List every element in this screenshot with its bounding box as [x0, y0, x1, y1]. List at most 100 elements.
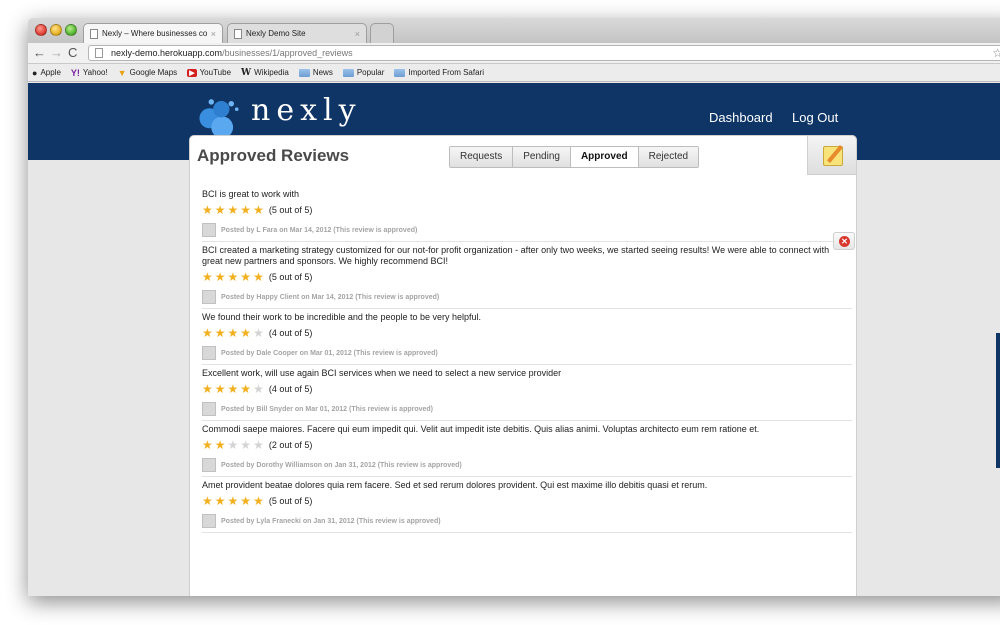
review-rating: ★ ★ ★ ★ ★ (2 out of 5): [202, 439, 852, 451]
review-rating: ★ ★ ★ ★ ★ (4 out of 5): [202, 383, 852, 395]
review-item: BCI is great to work with ★ ★ ★ ★ ★ (5 out of…: [202, 186, 855, 250]
star-empty-icon: ★: [227, 438, 239, 452]
star-filled-icon: ★: [214, 382, 226, 396]
avatar: [202, 514, 216, 528]
bookmark-folder-popular[interactable]: Popular: [342, 68, 384, 77]
yahoo-icon: Y!: [70, 67, 80, 78]
tab-close-icon[interactable]: ×: [211, 29, 216, 39]
close-window-button[interactable]: [35, 24, 47, 36]
avatar: [202, 290, 216, 304]
review-item: Commodi saepe maiores. Facere qui eum im…: [202, 421, 852, 477]
bookmark-youtube[interactable]: ▶ YouTube: [187, 68, 231, 77]
star-filled-icon: ★: [214, 326, 226, 340]
folder-icon: [342, 68, 354, 77]
bookmark-yahoo[interactable]: Y! Yahoo!: [71, 68, 108, 78]
zoom-window-button[interactable]: [65, 24, 77, 36]
browser-tab-nexly[interactable]: Nexly – Where businesses co ×: [83, 23, 223, 43]
address-bar[interactable]: nexly-demo.herokuapp.com/businesses/1/ap…: [88, 45, 1000, 61]
review-text: Excellent work, will use again BCI servi…: [202, 368, 562, 378]
tab-strip: Nexly – Where businesses co × Nexly Demo…: [28, 18, 1000, 43]
review-rating: ★ ★ ★ ★ ★ (4 out of 5): [202, 327, 852, 339]
star-filled-icon: ★: [240, 494, 252, 508]
page-icon: [234, 28, 242, 39]
forward-arrow-icon[interactable]: →: [50, 45, 63, 61]
reviews-panel: Approved Reviews Requests Pending Approv…: [189, 135, 857, 596]
star-rating: ★ ★ ★ ★ ★: [202, 271, 264, 283]
star-filled-icon: ★: [253, 270, 264, 284]
logo-text[interactable]: nexly: [251, 93, 362, 128]
star-rating: ★ ★ ★ ★ ★: [202, 495, 264, 507]
review-meta: Posted by Dorothy Williamson on Jan 31, …: [202, 458, 852, 472]
review-item: BCI created a marketing strategy customi…: [202, 242, 852, 309]
review-meta: Posted by Happy Client on Mar 14, 2012 (…: [202, 290, 852, 304]
page-icon: [90, 28, 98, 39]
bookmark-label: Apple: [40, 68, 61, 77]
bookmarks-bar: ● Apple Y! Yahoo! ▼ Google Maps ▶ YouTube WW…: [28, 64, 1000, 82]
folder-icon: [298, 68, 310, 77]
review-item: Amet provident beatae dolores quia rem f…: [202, 477, 852, 533]
star-filled-icon: ★: [227, 326, 239, 340]
review-meta: Posted by L Fara on Mar 14, 2012 (This r…: [202, 223, 852, 237]
review-text: BCI is great to work with: [202, 189, 300, 199]
minimize-window-button[interactable]: [50, 24, 62, 36]
star-filled-icon: ★: [202, 494, 213, 508]
star-filled-icon: ★: [227, 382, 239, 396]
bookmark-label: YouTube: [199, 68, 232, 77]
rating-text: (5 out of 5): [268, 205, 313, 215]
bookmark-label: Yahoo!: [82, 68, 108, 77]
star-filled-icon: ★: [214, 270, 226, 284]
review-item: We found their work to be incredible and…: [202, 309, 852, 365]
bookmark-wikipedia[interactable]: W Wikipedia: [241, 68, 289, 78]
tab-rejected[interactable]: Rejected: [638, 147, 699, 167]
logout-link[interactable]: Log Out: [792, 110, 838, 125]
rating-text: (4 out of 5): [268, 328, 313, 338]
tab-pending[interactable]: Pending: [513, 147, 571, 167]
star-filled-icon: ★: [240, 382, 252, 396]
star-filled-icon: ★: [227, 494, 239, 508]
star-rating: ★ ★ ★ ★ ★: [202, 327, 264, 339]
star-rating: ★ ★ ★ ★ ★: [202, 383, 264, 395]
folder-icon: [394, 68, 406, 77]
review-rating: ★ ★ ★ ★ ★ (5 out of 5): [202, 204, 852, 216]
review-rating: ★ ★ ★ ★ ★ (5 out of 5): [202, 495, 852, 507]
notes-button[interactable]: [807, 135, 857, 175]
browser-toolbar: ← → C nexly-demo.herokuapp.com/businesse…: [28, 43, 1000, 64]
tab-requests[interactable]: Requests: [450, 147, 514, 167]
star-filled-icon: ★: [227, 203, 239, 217]
avatar: [202, 402, 216, 416]
review-meta: Posted by Lyla Franecki on Jan 31, 2012 …: [202, 514, 852, 528]
bookmark-label: Imported From Safari: [408, 68, 484, 77]
bookmark-folder-news[interactable]: News: [298, 68, 333, 77]
bookmark-folder-imported[interactable]: Imported From Safari: [394, 68, 484, 77]
rating-text: (5 out of 5): [268, 272, 313, 282]
reload-icon[interactable]: C: [68, 45, 77, 61]
star-rating: ★ ★ ★ ★ ★: [202, 439, 264, 451]
bookmark-star-icon[interactable]: ☆: [992, 46, 1000, 60]
bookmark-apple[interactable]: ● Apple: [32, 68, 61, 78]
star-filled-icon: ★: [202, 203, 213, 217]
tab-close-icon[interactable]: ×: [355, 29, 360, 39]
review-byline: Posted by Bill Snyder on Mar 01, 2012 (T…: [221, 405, 434, 413]
review-item: Excellent work, will use again BCI servi…: [202, 365, 852, 421]
apple-icon: ●: [32, 67, 38, 78]
bookmark-google-maps[interactable]: ▼ Google Maps: [118, 68, 178, 78]
browser-tab-demo[interactable]: Nexly Demo Site ×: [227, 23, 367, 43]
star-filled-icon: ★: [240, 326, 252, 340]
review-list: BCI is great to work with ★ ★ ★ ★ ★ (5 out of…: [202, 186, 855, 533]
dashboard-link[interactable]: Dashboard: [709, 110, 773, 125]
rating-text: (5 out of 5): [268, 496, 313, 506]
tab-approved[interactable]: Approved: [570, 147, 639, 167]
star-filled-icon: ★: [202, 270, 213, 284]
review-byline: Posted by Dorothy Williamson on Jan 31, …: [221, 461, 462, 469]
star-filled-icon: ★: [214, 203, 226, 217]
back-arrow-icon[interactable]: ←: [33, 45, 46, 61]
maps-pin-icon: ▼: [117, 67, 127, 78]
url-host: nexly-demo.herokuapp.com: [111, 48, 223, 58]
review-byline: Posted by L Fara on Mar 14, 2012 (This r…: [221, 226, 418, 234]
bookmark-label: News: [312, 68, 333, 77]
new-tab-button[interactable]: [370, 23, 394, 43]
star-filled-icon: ★: [202, 382, 213, 396]
page-icon: [95, 48, 103, 58]
tab-label: Nexly – Where businesses co: [102, 29, 207, 38]
review-text: Amet provident beatae dolores quia rem f…: [202, 480, 708, 490]
